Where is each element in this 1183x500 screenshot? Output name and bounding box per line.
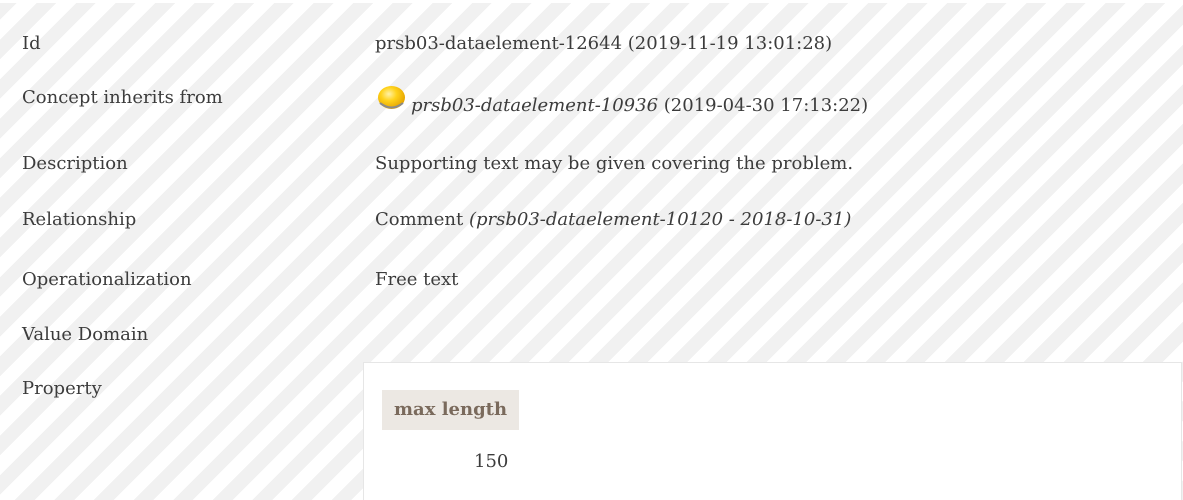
max-length-value: 150 [474, 451, 509, 472]
relationship-type: Comment [375, 209, 469, 230]
relationship-value: Comment (prsb03-dataelement-10120 - 2018… [375, 208, 851, 232]
inherits-date: (2019-04-30 17:13:22) [658, 95, 869, 116]
property-table: max length 150 [363, 362, 1182, 500]
inherits-value: prsb03-dataelement-10936 (2019-04-30 17:… [411, 94, 868, 118]
property-label: Property [22, 378, 102, 399]
id-value: prsb03-dataelement-12644 (2019-11-19 13:… [375, 33, 833, 54]
top-divider [0, 0, 1183, 3]
max-length-header: max length [382, 390, 520, 430]
operationalization-value: Free text [375, 269, 459, 290]
value-domain-label: Value Domain [22, 324, 149, 345]
id-label: Id [22, 33, 41, 54]
operationalization-label: Operationalization [22, 269, 192, 290]
status-dot-icon [378, 86, 405, 109]
description-value: Supporting text may be given covering th… [375, 153, 854, 174]
inherits-label: Concept inherits from [22, 87, 223, 108]
description-label: Description [22, 153, 128, 174]
relationship-ref-link[interactable]: (prsb03-dataelement-10120 - 2018-10-31) [469, 209, 851, 230]
inherits-ref-link[interactable]: prsb03-dataelement-10936 [411, 95, 658, 116]
relationship-label: Relationship [22, 209, 137, 230]
